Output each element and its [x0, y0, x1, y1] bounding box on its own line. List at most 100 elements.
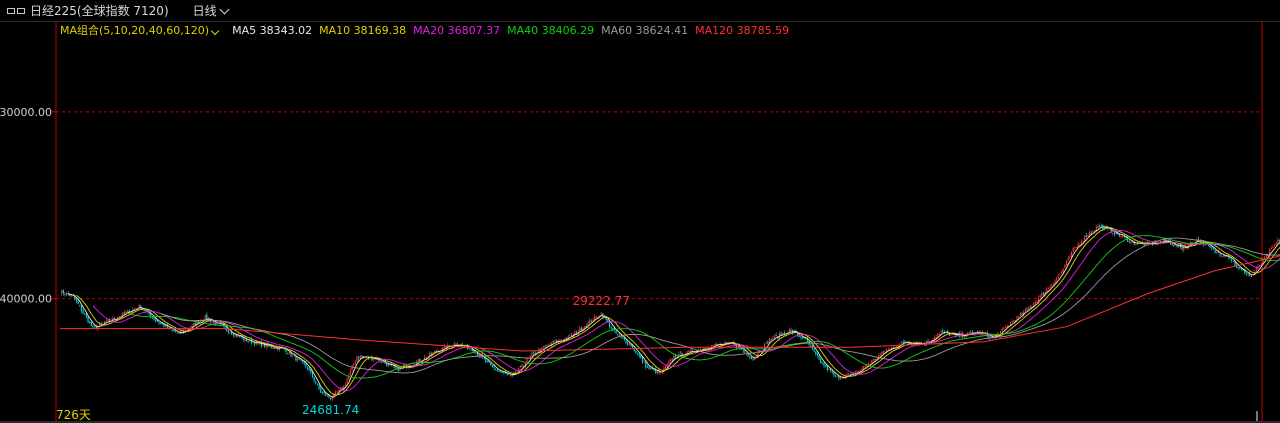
candle-body: [69, 295, 71, 297]
candle-body: [1018, 315, 1020, 317]
candle-body: [1128, 241, 1130, 243]
candle-body: [976, 331, 979, 333]
candle-body: [800, 336, 802, 338]
candle-body: [1239, 267, 1241, 269]
candle-body: [1056, 278, 1058, 281]
candle-body: [64, 293, 66, 295]
candle-body: [268, 345, 271, 347]
candle-body: [359, 356, 361, 359]
candle-body: [1085, 235, 1087, 237]
candle-body: [1028, 307, 1030, 309]
candle-body: [660, 372, 662, 374]
candle-body: [211, 321, 213, 323]
candle-body: [303, 361, 305, 365]
candle-body: [1171, 244, 1173, 246]
candle-body: [153, 317, 155, 320]
candle-body: [744, 351, 746, 353]
candle-body: [887, 349, 889, 351]
candle-body: [1026, 308, 1028, 310]
candle-body: [1212, 248, 1215, 250]
candle-body: [665, 365, 667, 369]
candle-body: [358, 356, 360, 359]
candle-body: [526, 358, 528, 363]
candles: [61, 223, 1280, 401]
candle-body: [84, 313, 86, 315]
candle-body: [174, 331, 177, 333]
candle-body: [191, 324, 193, 327]
candle-body: [1245, 274, 1248, 276]
candle-body: [160, 322, 162, 324]
candle-body: [1130, 241, 1132, 244]
candle-body: [859, 370, 861, 372]
candle-body: [1052, 283, 1054, 286]
candle-body: [821, 362, 823, 364]
candle-body: [615, 331, 617, 334]
candle-body: [749, 356, 751, 358]
candle-body: [1277, 239, 1279, 244]
period-selector[interactable]: 日线: [193, 2, 230, 19]
candle-body: [334, 391, 337, 394]
candle-body: [143, 309, 145, 311]
ma5-line: [68, 226, 1280, 398]
candle-body: [1067, 257, 1069, 261]
scroll-handle[interactable]: [1256, 411, 1258, 421]
candle-body: [1229, 258, 1231, 260]
candle-body: [320, 388, 322, 393]
candle-body: [509, 374, 512, 376]
candle-body: [891, 347, 893, 349]
candle-body: [638, 353, 640, 357]
candle-body: [646, 366, 649, 368]
candle-body: [830, 369, 832, 372]
candle-body: [433, 350, 436, 353]
candle-body: [318, 385, 320, 389]
candle-body: [140, 305, 142, 310]
candle-body: [89, 322, 91, 324]
candle-body: [1242, 269, 1244, 271]
candle-body: [163, 324, 165, 327]
y-tick-label: 40000.00: [0, 293, 52, 306]
candle-body: [1062, 268, 1064, 272]
candle-body: [87, 316, 89, 323]
candle-body: [1074, 247, 1076, 249]
candlestick-chart[interactable]: 40000.0030000.0042426.7731156.1229222.77…: [0, 22, 1280, 423]
candle-body: [1082, 240, 1084, 242]
candle-body: [1004, 326, 1007, 328]
candle-body: [1075, 246, 1078, 248]
candle-body: [935, 336, 937, 338]
candle-body: [490, 363, 492, 366]
candle-body: [1065, 260, 1068, 266]
candle-body: [752, 358, 754, 360]
candle-body: [133, 308, 135, 310]
candle-body: [1097, 226, 1099, 228]
candle-body: [656, 370, 658, 374]
candle-body: [80, 305, 83, 312]
candle-body: [158, 322, 160, 324]
candle-body: [879, 354, 881, 357]
candle-body: [273, 347, 276, 349]
candle-body: [775, 335, 777, 337]
candle-body: [1049, 286, 1051, 289]
candle-body: [801, 337, 804, 339]
candle-body: [176, 332, 178, 334]
candle-body: [321, 392, 323, 394]
candle-body: [305, 363, 307, 367]
candle-body: [354, 361, 356, 365]
candle-body: [206, 314, 208, 320]
candle-body: [689, 350, 691, 352]
candle-body: [1216, 251, 1218, 253]
candle-body: [313, 376, 315, 382]
candle-body: [531, 352, 533, 356]
candle-body: [1032, 303, 1035, 306]
candle-body: [145, 310, 147, 312]
candle-body: [486, 361, 488, 363]
candle-body: [425, 357, 427, 359]
candle-body: [1057, 275, 1059, 279]
candle-body: [501, 372, 503, 374]
candle-body: [315, 381, 317, 384]
candle-body: [331, 397, 333, 400]
candle-body: [186, 329, 188, 331]
link-icon[interactable]: [7, 6, 25, 16]
candle-body: [297, 358, 299, 361]
candle-body: [889, 348, 891, 350]
candle-body: [308, 368, 310, 370]
